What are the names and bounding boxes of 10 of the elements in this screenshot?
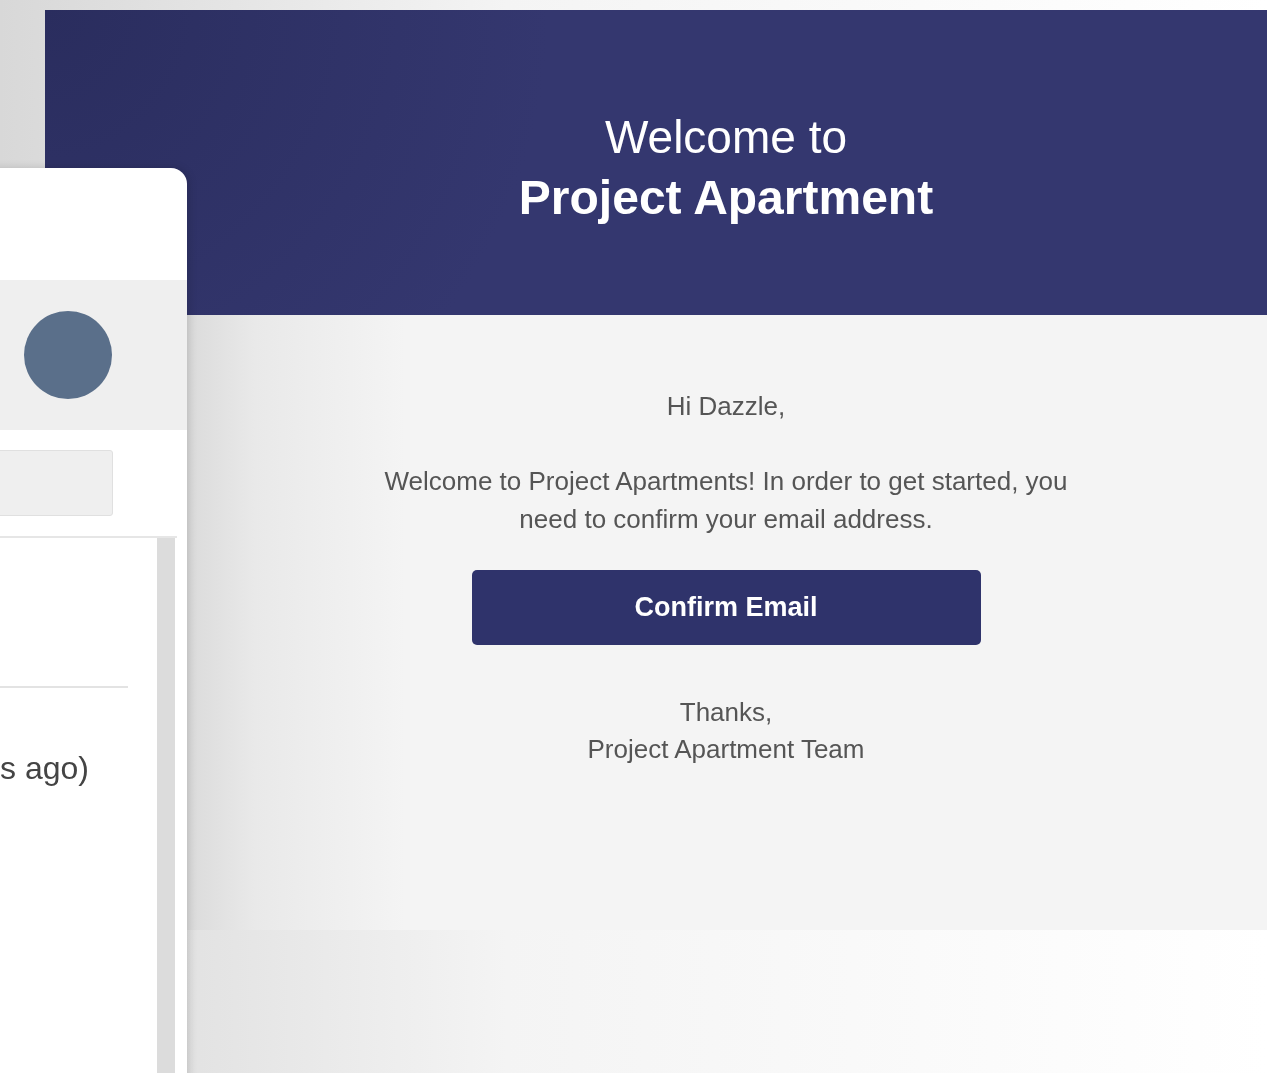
greeting-text: Hi Dazzle, bbox=[666, 391, 786, 422]
brand-heading: Project Apartment bbox=[517, 170, 935, 225]
time-text: s ago) bbox=[0, 750, 90, 787]
scrollbar[interactable] bbox=[157, 538, 175, 1073]
signature-text: Project Apartment Team bbox=[587, 734, 865, 765]
input-field[interactable] bbox=[0, 450, 113, 516]
welcome-message: Welcome to Project Apartments! In order to get started, you need to confirm your email address. bbox=[383, 465, 1069, 536]
confirm-email-button[interactable]: Confirm Email bbox=[471, 570, 981, 645]
signoff-text: Thanks, bbox=[679, 697, 773, 728]
welcome-heading: Welcome to bbox=[604, 110, 848, 164]
